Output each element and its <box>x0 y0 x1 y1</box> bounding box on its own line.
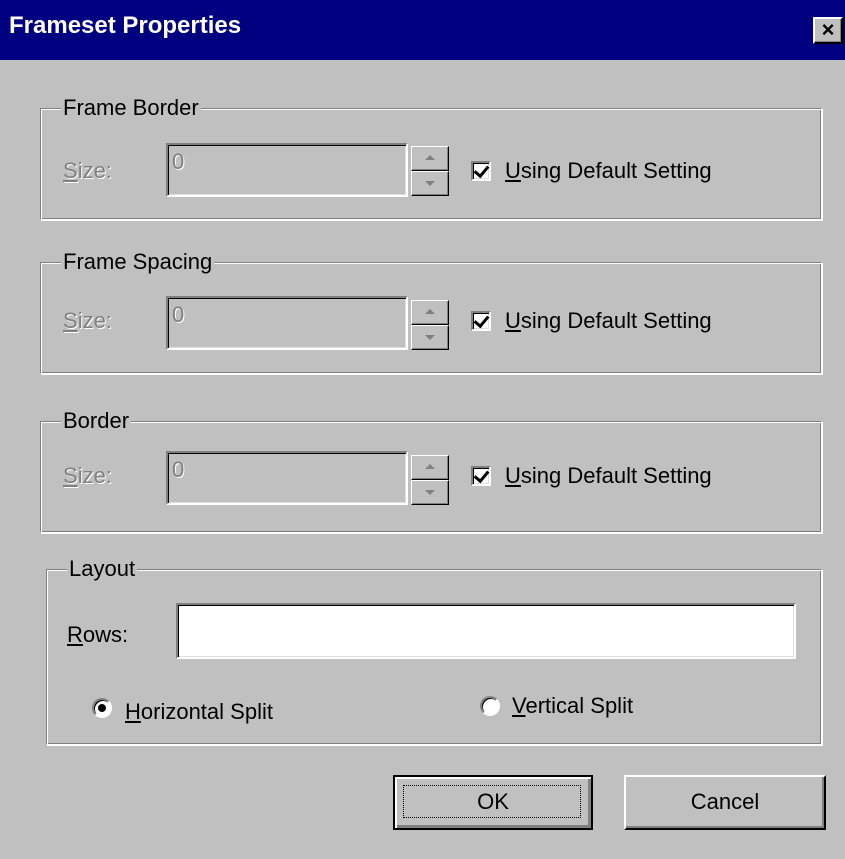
close-button[interactable]: × <box>813 17 843 44</box>
border-default-label[interactable]: Using Default Setting <box>505 463 712 489</box>
close-icon: × <box>821 17 835 42</box>
rows-input[interactable] <box>176 603 796 659</box>
spin-down-button[interactable] <box>411 171 449 196</box>
frame-spacing-size-input[interactable]: 0 <box>166 296 408 350</box>
horizontal-split-radio[interactable] <box>92 698 112 718</box>
frame-spacing-size-label: Size: <box>63 308 112 333</box>
frame-spacing-size-spinner[interactable] <box>411 300 449 350</box>
title-bar[interactable]: Frameset Properties × <box>0 0 845 60</box>
border-size-label: Size: <box>63 463 112 488</box>
down-arrow-icon <box>425 490 435 495</box>
ok-button[interactable]: OK <box>393 775 593 830</box>
frame-border-size-spinner[interactable] <box>411 146 449 196</box>
horizontal-split-label[interactable]: Horizontal Split <box>125 699 273 725</box>
spin-down-button[interactable] <box>411 480 449 505</box>
frame-spacing-legend: Frame Spacing <box>61 249 215 275</box>
checkmark-icon <box>473 161 490 179</box>
dialog-title: Frameset Properties <box>9 12 242 39</box>
up-arrow-icon <box>425 309 435 314</box>
border-legend: Border <box>61 408 132 434</box>
checkmark-icon <box>473 466 490 484</box>
frame-border-size-input[interactable]: 0 <box>166 143 408 197</box>
rows-label: Rows: <box>67 622 129 647</box>
spin-up-button[interactable] <box>411 146 449 171</box>
frame-spacing-size-value: 0 <box>172 302 185 327</box>
frame-border-default-checkbox[interactable] <box>471 161 491 181</box>
ok-button-label: OK <box>477 789 509 814</box>
up-arrow-icon <box>425 155 435 160</box>
down-arrow-icon <box>425 335 435 340</box>
checkmark-icon <box>473 311 490 329</box>
down-arrow-icon <box>425 181 435 186</box>
frame-border-default-label[interactable]: Using Default Setting <box>505 158 712 184</box>
frame-border-size-label: Size: <box>63 158 112 183</box>
frame-border-legend: Frame Border <box>61 95 201 121</box>
vertical-split-radio[interactable] <box>480 696 500 716</box>
vertical-split-label[interactable]: Vertical Split <box>512 693 633 719</box>
border-default-checkbox[interactable] <box>471 466 491 486</box>
cancel-button[interactable]: Cancel <box>624 775 826 830</box>
border-size-spinner[interactable] <box>411 455 449 505</box>
frame-border-size-value: 0 <box>172 149 185 174</box>
spin-up-button[interactable] <box>411 455 449 480</box>
layout-legend: Layout <box>67 556 138 582</box>
border-size-value: 0 <box>172 457 185 482</box>
frame-spacing-default-checkbox[interactable] <box>471 311 491 331</box>
border-size-input[interactable]: 0 <box>166 451 408 505</box>
up-arrow-icon <box>425 464 435 469</box>
cancel-button-label: Cancel <box>690 789 760 814</box>
frame-spacing-default-label[interactable]: Using Default Setting <box>505 308 712 334</box>
frameset-properties-dialog: Frameset Properties × Frame Border Size:… <box>0 0 845 859</box>
radio-selected-dot <box>98 704 106 712</box>
spin-up-button[interactable] <box>411 300 449 325</box>
spin-down-button[interactable] <box>411 325 449 350</box>
